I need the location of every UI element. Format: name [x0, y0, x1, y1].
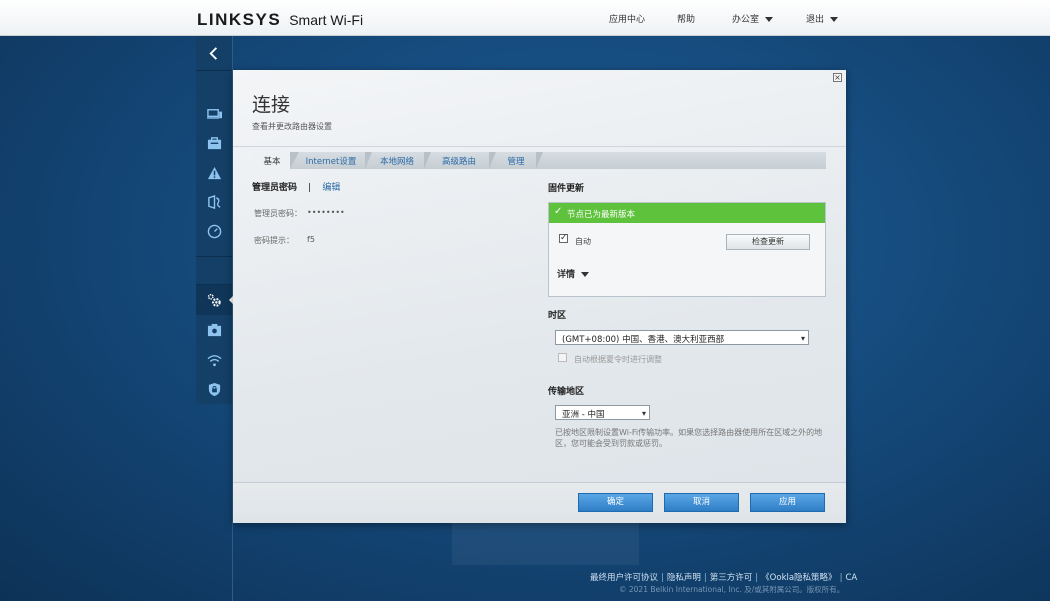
- parental-controls-icon: [207, 194, 220, 209]
- chevron-down-icon: [830, 17, 839, 22]
- tab-divider: [290, 152, 299, 169]
- admin-password-section: 管理员密码 | 编辑: [252, 180, 340, 193]
- admin-password-value: ••••••••: [307, 208, 345, 217]
- sidebar-item-external-storage[interactable]: [196, 315, 232, 345]
- top-header: LINKSYS Smart Wi-Fi 应用中心 帮助 办公室 退出: [0, 0, 1050, 36]
- tab-divider: [536, 152, 543, 169]
- tab-advanced-routing[interactable]: 高级路由: [431, 152, 487, 169]
- timezone-value: (GMT+08:00) 中国、香港、澳大利亚西部: [562, 335, 725, 345]
- security-shield-icon: [208, 382, 220, 396]
- tab-divider: [424, 152, 431, 169]
- region-value: 亚洲 - 中国: [562, 410, 605, 420]
- toolbox-icon: [207, 136, 221, 149]
- background-panel: [452, 523, 639, 565]
- connectivity-dialog: × 连接 查看并更改路由器设置 基本 Internet设置 本地网络 高级路由 …: [233, 70, 846, 523]
- eula-link[interactable]: 最终用户许可协议: [590, 573, 658, 583]
- edit-password-link[interactable]: 编辑: [322, 183, 340, 193]
- details-label: 详情: [557, 270, 576, 280]
- sidebar-separator: [196, 256, 232, 257]
- dst-checkbox[interactable]: [558, 353, 567, 362]
- ok-button[interactable]: 确定: [578, 493, 653, 512]
- sidebar-item-devices[interactable]: [196, 98, 232, 128]
- sidebar-item-tools[interactable]: [196, 128, 232, 158]
- admin-password-heading: 管理员密码: [252, 183, 298, 193]
- tab-divider: [365, 152, 372, 169]
- sidebar-item-speed-test[interactable]: [196, 216, 232, 246]
- region-heading: 传输地区: [548, 387, 585, 397]
- close-button[interactable]: ×: [833, 73, 842, 82]
- sidebar-item-parental-controls[interactable]: [196, 187, 232, 217]
- sidebar-item-alerts[interactable]: [196, 158, 232, 188]
- sidebar-item-security[interactable]: [196, 374, 232, 404]
- external-storage-icon: [207, 323, 221, 336]
- ookla-privacy-link[interactable]: 《Ookla隐私策略》: [761, 573, 836, 583]
- logout-label: 退出: [806, 15, 825, 25]
- tab-administration[interactable]: 管理: [496, 152, 536, 169]
- privacy-link[interactable]: 隐私声明: [667, 573, 701, 583]
- checkmark-icon: ✓: [554, 206, 563, 217]
- region-select[interactable]: 亚洲 - 中国 ▾: [555, 405, 650, 420]
- password-hint-value: f5: [307, 235, 315, 244]
- timezone-heading: 时区: [548, 311, 567, 321]
- copyright: © 2021 Belkin International, Inc. 及/或其附属…: [619, 585, 845, 594]
- footer-separator: |: [703, 573, 707, 583]
- speed-test-icon: [207, 224, 221, 238]
- details-toggle[interactable]: 详情: [557, 267, 590, 280]
- cancel-button[interactable]: 取消: [664, 493, 739, 512]
- nav-logout-menu[interactable]: 退出: [806, 12, 839, 25]
- footer-separator: |: [661, 573, 664, 583]
- tab-internet-settings[interactable]: Internet设置: [299, 152, 363, 169]
- tab-basic[interactable]: 基本: [254, 152, 290, 169]
- heading-divider: |: [308, 183, 312, 193]
- tab-divider: [489, 152, 496, 169]
- region-note: 已按地区限制设置Wi-Fi传输功率。如果您选择路由器使用所在区域之外的地区，您可…: [555, 428, 823, 448]
- auto-update-checkbox[interactable]: ✓: [559, 234, 568, 243]
- footer-links: 最终用户许可协议 | 隐私声明 | 第三方许可 | 《Ookla隐私策略》 | CA: [590, 571, 857, 583]
- firmware-heading: 固件更新: [548, 184, 585, 194]
- account-label: 办公室: [732, 15, 760, 25]
- dst-label: 自动根据夏令时进行调整: [574, 355, 662, 364]
- timezone-select[interactable]: (GMT+08:00) 中国、香港、澳大利亚西部 ▾: [555, 330, 809, 345]
- close-icon: ×: [834, 73, 841, 82]
- admin-password-label: 管理员密码：: [254, 209, 302, 218]
- chevron-down-icon: ▾: [800, 334, 805, 343]
- back-chevron-icon: [208, 46, 217, 60]
- wifi-icon: [206, 354, 222, 366]
- check-updates-button[interactable]: 检查更新: [726, 234, 810, 250]
- auto-update-label: 自动: [575, 237, 591, 246]
- sidebar-item-wifi[interactable]: [196, 345, 232, 375]
- firmware-status-text: 节点已为最新版本: [567, 210, 636, 220]
- firmware-status-bar: ✓ 节点已为最新版本: [549, 203, 825, 223]
- footer-separator: |: [839, 573, 843, 583]
- page-title: 连接: [252, 94, 291, 116]
- chevron-down-icon: ▾: [641, 409, 646, 418]
- page-subtitle: 查看并更改路由器设置: [252, 122, 332, 131]
- nav-help[interactable]: 帮助: [677, 12, 695, 25]
- nav-app-center[interactable]: 应用中心: [609, 12, 645, 25]
- chevron-down-icon: [765, 17, 774, 22]
- footer-separator: |: [755, 573, 759, 583]
- sidebar-separator: [196, 70, 232, 71]
- devices-icon: [206, 108, 222, 119]
- back-button[interactable]: [196, 38, 232, 68]
- dialog-footer: 确定 取消 应用: [233, 482, 846, 523]
- chevron-down-icon: [581, 272, 590, 277]
- apply-button[interactable]: 应用: [750, 493, 825, 512]
- region-code-link[interactable]: CA: [845, 573, 857, 583]
- tab-bar: 基本 Internet设置 本地网络 高级路由 管理: [254, 152, 826, 169]
- firmware-panel: ✓ 节点已为最新版本 ✓ 自动 检查更新 详情: [548, 202, 826, 297]
- nav-account-menu[interactable]: 办公室: [732, 12, 774, 25]
- top-navigation: 应用中心 帮助 办公室 退出: [0, 12, 1050, 26]
- title-divider: [233, 146, 846, 147]
- third-party-link[interactable]: 第三方许可: [710, 573, 753, 583]
- settings-gear-icon: [207, 293, 221, 307]
- alert-icon: [207, 166, 221, 179]
- sidebar-item-connectivity[interactable]: [196, 285, 232, 315]
- tab-local-network[interactable]: 本地网络: [372, 152, 422, 169]
- sidebar: [196, 36, 232, 404]
- password-hint-label: 密码提示：: [254, 236, 294, 245]
